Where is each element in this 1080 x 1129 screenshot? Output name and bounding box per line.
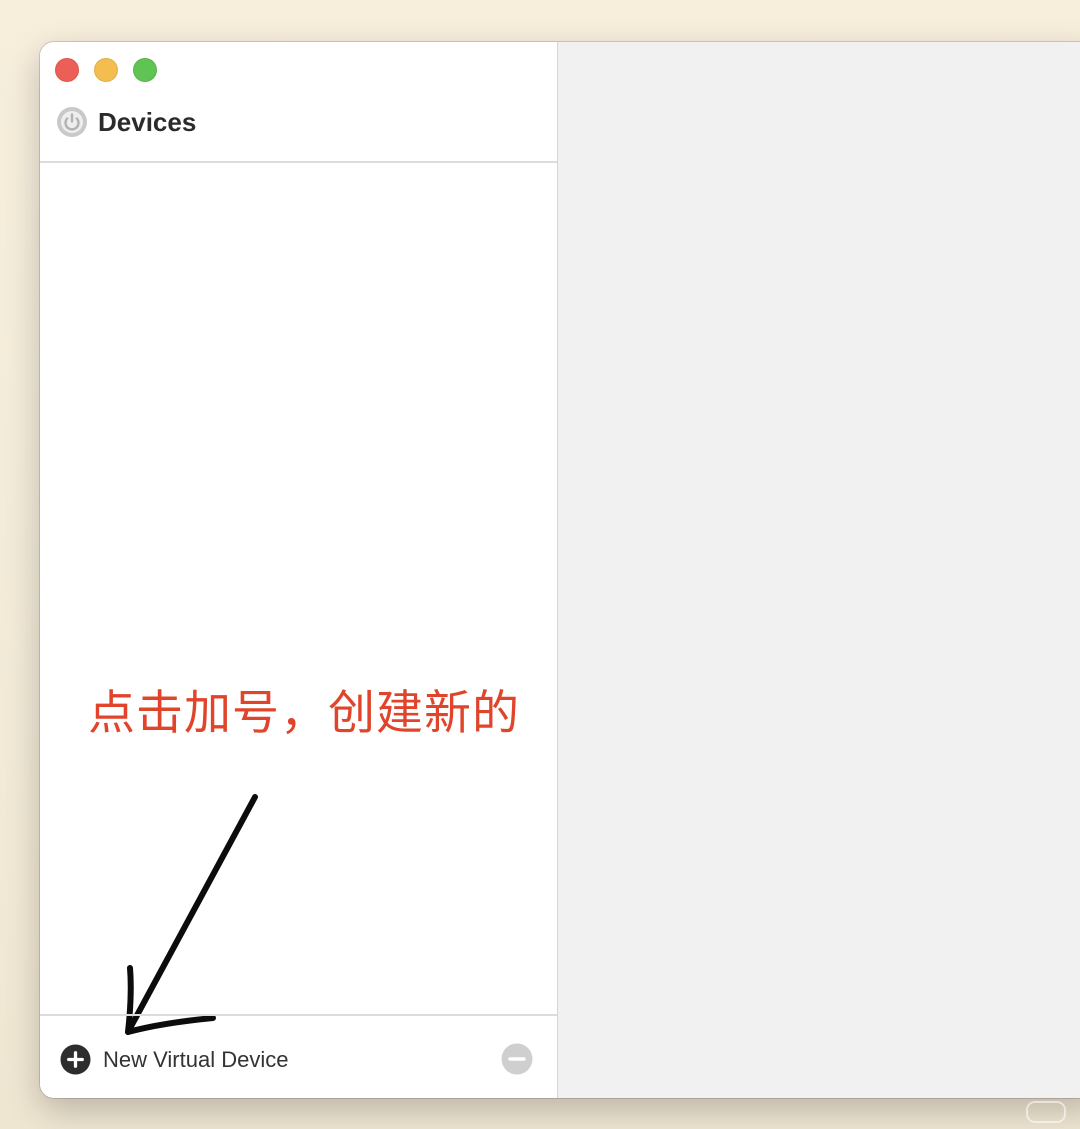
watermark-logo <box>1026 1101 1066 1123</box>
new-virtual-device-button[interactable]: New Virtual Device <box>60 1044 288 1075</box>
devices-window: Devices 点击加号，创建新的 New Virtual Device <box>40 42 1080 1098</box>
detail-pane <box>558 42 1080 1098</box>
hand-drawn-arrow-icon <box>125 794 258 1035</box>
annotation-text: 点击加号，创建新的 <box>88 686 520 739</box>
sidebar-footer: New Virtual Device <box>40 1016 557 1098</box>
maximize-button[interactable] <box>133 58 157 82</box>
minus-circle-icon <box>501 1043 533 1075</box>
sidebar-header: Devices <box>56 106 196 138</box>
page-title: Devices <box>98 106 197 137</box>
devices-power-icon <box>57 107 87 137</box>
sidebar: Devices 点击加号，创建新的 New Virtual Device <box>40 42 558 1098</box>
minimize-button[interactable] <box>94 58 118 82</box>
plus-circle-icon <box>60 1044 91 1075</box>
remove-device-button[interactable] <box>501 1043 533 1075</box>
window-controls <box>55 58 157 82</box>
new-virtual-device-label: New Virtual Device <box>103 1046 289 1072</box>
close-button[interactable] <box>55 58 79 82</box>
